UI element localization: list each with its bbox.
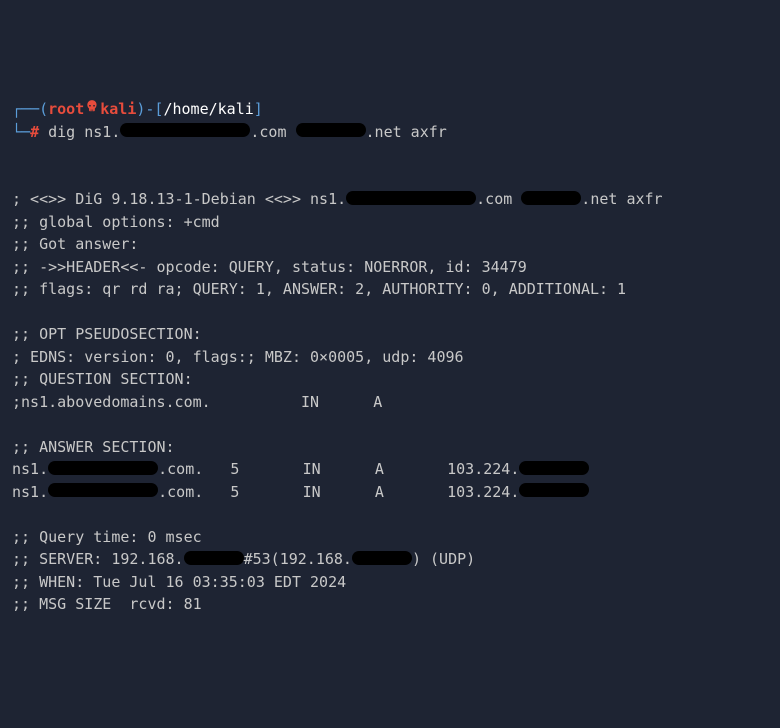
output-line: ns1..com. 5 IN A 103.224. [12,483,589,501]
redacted-block [48,461,158,475]
output-line: ;; OPT PSEUDOSECTION: [12,325,202,343]
output-line: ;ns1.abovedomains.com. IN A [12,393,382,411]
command-text: dig ns1. [48,123,120,141]
redacted-block [346,191,476,205]
output-line: ;; ANSWER SECTION: [12,438,175,456]
prompt-hash: # [30,123,39,141]
prompt-host: kali [100,100,136,118]
output-line: ;; Got answer: [12,235,138,253]
redacted-block [352,551,412,565]
prompt-decoration: ┌──( [12,100,48,118]
output-line: ;; QUESTION SECTION: [12,370,193,388]
prompt-bracket-close: ] [254,100,263,118]
output-line: ;; global options: +cmd [12,213,220,231]
redacted-block [296,123,366,137]
redacted-block [521,191,581,205]
prompt-line-2[interactable]: └─# dig ns1. .com .net axfr [12,121,768,144]
output-line: ; EDNS: version: 0, flags:; MBZ: 0×0005,… [12,348,464,366]
command-text: .com [250,123,295,141]
output-line: ;; WHEN: Tue Jul 16 03:35:03 EDT 2024 [12,573,346,591]
output-line: ;; Query time: 0 msec [12,528,202,546]
skull-icon [85,97,99,120]
output-line: ;; flags: qr rd ra; QUERY: 1, ANSWER: 2,… [12,280,626,298]
prompt-path: /home/kali [163,100,253,118]
prompt-decoration: └─ [12,123,30,141]
output-line: ns1..com. 5 IN A 103.224. [12,460,589,478]
command-text: .net axfr [366,123,447,141]
output-line: ;; MSG SIZE rcvd: 81 [12,595,202,613]
redacted-block [184,551,244,565]
prompt-bracket: )-[ [136,100,163,118]
prompt-line-1[interactable]: ┌──(root kali)-[/home/kali] [12,98,768,121]
output-line: ;; ->>HEADER<<- opcode: QUERY, status: N… [12,258,527,276]
output-line: ; <<>> DiG 9.18.13-1-Debian <<>> ns1..co… [12,190,663,208]
redacted-block [519,483,589,497]
redacted-block [519,461,589,475]
redacted-block [48,483,158,497]
prompt-user: root [48,100,84,118]
terminal-output: ┌──(root kali)-[/home/kali] └─# dig ns1. .c… [12,98,768,616]
redacted-block [120,123,250,137]
output-line: ;; SERVER: 192.168.#53(192.168.) (UDP) [12,550,475,568]
